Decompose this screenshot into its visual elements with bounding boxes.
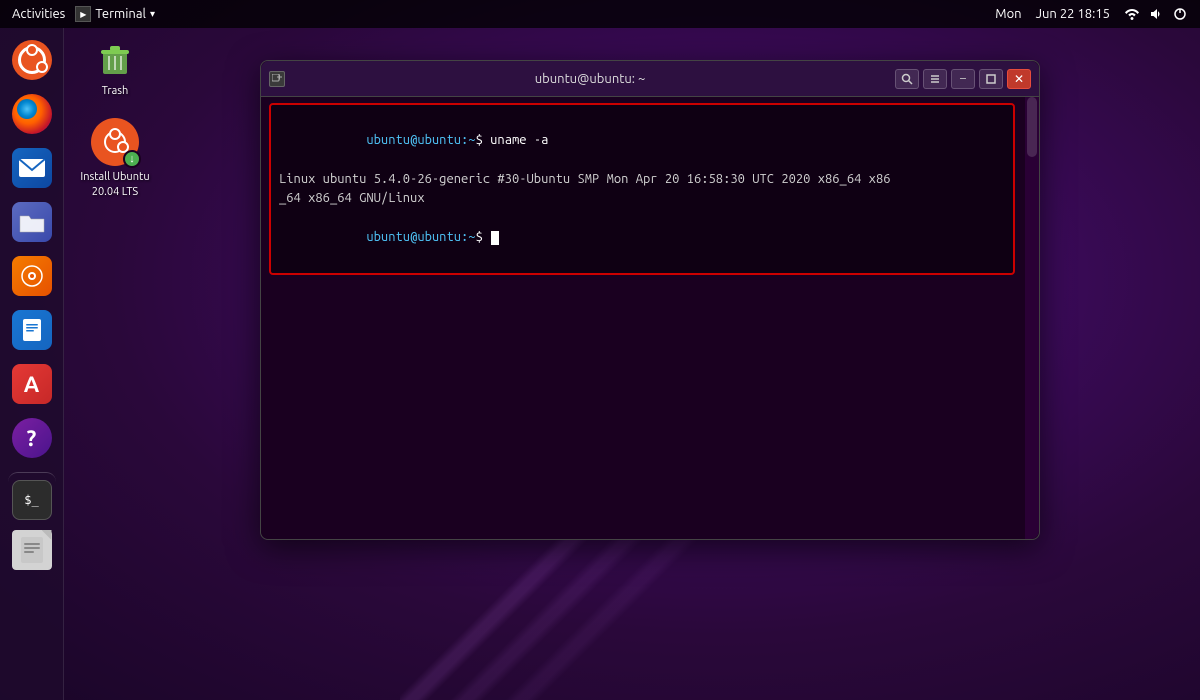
terminal-titlebar: ubuntu@ubuntu: ~ – (261, 61, 1039, 97)
terminal-menu-chevron: ▾ (150, 8, 155, 20)
menu-button[interactable] (923, 69, 947, 89)
files-icon (12, 202, 52, 242)
terminal-title: ubuntu@ubuntu: ~ (285, 72, 895, 86)
file-doc-icon (12, 530, 52, 570)
mail-icon (12, 148, 52, 188)
topbar-datetime: Jun 22 18:15 (1036, 7, 1110, 21)
titlebar-new-tab-button[interactable] (269, 71, 285, 87)
minimize-icon: – (960, 72, 966, 85)
dock-item-mail[interactable] (8, 144, 56, 192)
topbar-right: Mon Jun 22 18:15 (995, 6, 1188, 22)
minimize-button[interactable]: – (951, 69, 975, 89)
desktop-icon-ubuntu-install[interactable]: ↓ Install Ubuntu 20.04 LTS (75, 118, 155, 199)
trash-svg-icon (97, 42, 133, 78)
dock-item-terminal[interactable]: $_ (8, 472, 56, 520)
power-icon (1172, 6, 1188, 22)
terminal-cursor (491, 231, 499, 245)
new-tab-icon (272, 74, 282, 84)
dock-item-firefox[interactable] (8, 90, 56, 138)
terminal-window: ubuntu@ubuntu: ~ – (260, 60, 1040, 540)
terminal-line-1: ubuntu@ubuntu:~$ uname -a (279, 111, 1005, 170)
dock-item-writer[interactable] (8, 306, 56, 354)
prompt-2: ubuntu@ubuntu: (366, 230, 468, 244)
dock-item-rhythmbox[interactable] (8, 252, 56, 300)
close-button[interactable]: ✕ (1007, 69, 1031, 89)
topbar-terminal-menu[interactable]: ▶ Terminal ▾ (75, 6, 155, 22)
terminal-body[interactable]: ubuntu@ubuntu:~$ uname -a Linux ubuntu 5… (261, 97, 1039, 539)
file-sheet-icon (20, 536, 44, 564)
dock-item-help[interactable]: ? (8, 414, 56, 462)
writer-icon (12, 310, 52, 350)
dock-item-file-manager[interactable] (8, 526, 56, 574)
document-icon (21, 317, 43, 343)
hamburger-icon (929, 73, 941, 85)
terminal-scrollbar-thumb (1027, 97, 1037, 157)
ubuntu-install-icon-wrap: ↓ (91, 118, 139, 166)
search-icon (901, 73, 913, 85)
terminal-output: ubuntu@ubuntu:~$ uname -a Linux ubuntu 5… (261, 97, 1023, 539)
titlebar-right: – ✕ (895, 69, 1031, 89)
topbar-system-icons[interactable] (1124, 6, 1188, 22)
desktop-icon-trash[interactable]: Trash (75, 40, 155, 98)
dock: A ? $_ (0, 28, 64, 700)
folder-icon (19, 211, 45, 233)
search-button[interactable] (895, 69, 919, 89)
dock-item-ubuntu[interactable] (8, 36, 56, 84)
ubuntu-logo-icon (12, 40, 52, 80)
terminal-scrollbar[interactable] (1025, 97, 1039, 539)
help-icon: ? (12, 418, 52, 458)
envelope-icon (19, 159, 45, 177)
titlebar-left (269, 71, 285, 87)
terminal-highlight-box: ubuntu@ubuntu:~$ uname -a Linux ubuntu 5… (269, 103, 1015, 275)
topbar-left: Activities ▶ Terminal ▾ (12, 6, 155, 22)
activities-button[interactable]: Activities (12, 7, 65, 21)
network-icon (1124, 6, 1140, 22)
trash-icon (95, 40, 135, 80)
terminal-menu-icon: ▶ (75, 6, 91, 22)
firefox-icon (12, 94, 52, 134)
maximize-button[interactable] (979, 69, 1003, 89)
terminal-line-3: _64 x86_64 GNU/Linux (279, 189, 1005, 209)
close-icon: ✕ (1014, 72, 1024, 86)
trash-label: Trash (102, 84, 129, 98)
topbar-day: Mon (995, 7, 1021, 21)
install-overlay-icon: ↓ (123, 150, 141, 168)
ubuntu-install-label: Install Ubuntu 20.04 LTS (80, 170, 149, 199)
rhythmbox-icon (12, 256, 52, 296)
maximize-icon (986, 74, 996, 84)
terminal-dock-icon: $_ (12, 480, 52, 520)
desktop-icons: Trash ↓ Install Ubuntu 20.04 LTS (75, 40, 155, 199)
appstore-icon: A (12, 364, 52, 404)
dock-item-files[interactable] (8, 198, 56, 246)
music-note-icon (20, 264, 44, 288)
terminal-line-4: ubuntu@ubuntu:~$ (279, 209, 1005, 268)
volume-icon (1148, 6, 1164, 22)
topbar: Activities ▶ Terminal ▾ Mon Jun 22 18:15 (0, 0, 1200, 28)
desktop: Activities ▶ Terminal ▾ Mon Jun 22 18:15 (0, 0, 1200, 700)
terminal-line-2: Linux ubuntu 5.4.0-26-generic #30-Ubuntu… (279, 170, 1005, 190)
prompt-1: ubuntu@ubuntu: (366, 133, 468, 147)
dock-item-appstore[interactable]: A (8, 360, 56, 408)
